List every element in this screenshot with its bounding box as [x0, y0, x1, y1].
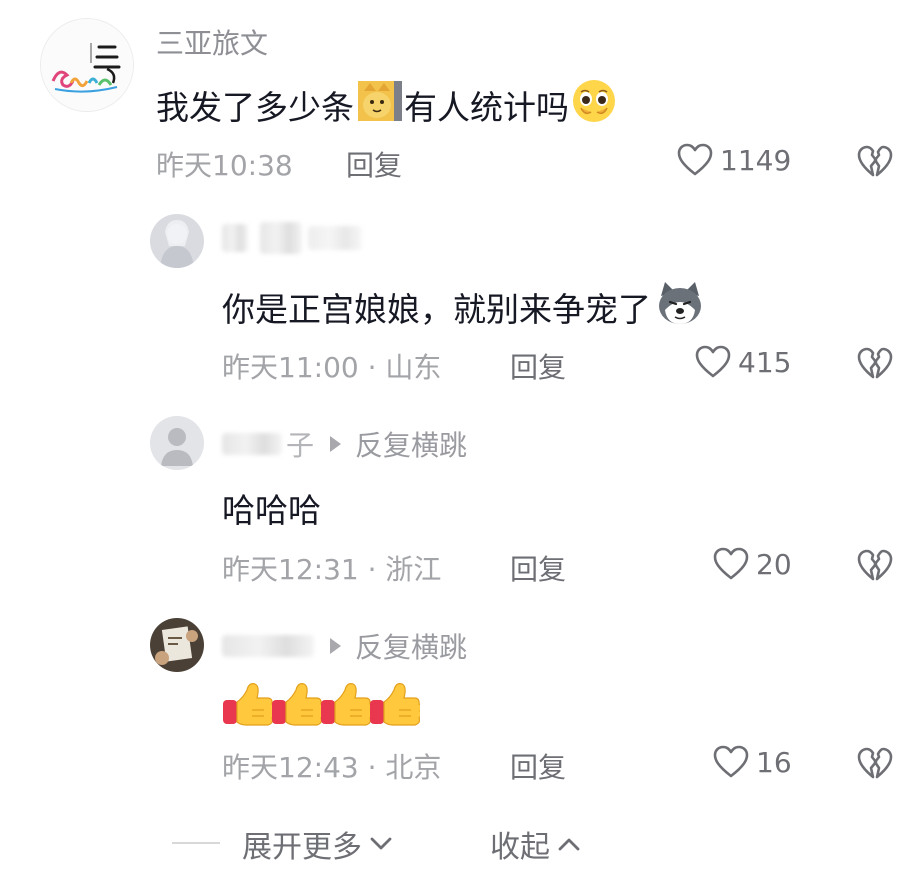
heart-icon: [713, 745, 749, 778]
avatar-user[interactable]: [150, 618, 204, 672]
expand-more-button[interactable]: 展开更多: [242, 822, 394, 866]
like-count: 16: [756, 745, 792, 779]
broken-heart-icon: [857, 549, 893, 581]
husky-emoji-icon: [655, 280, 705, 334]
comment-meta: 昨天12:43 · 北京: [222, 746, 441, 786]
meta-separator: ·: [358, 351, 386, 384]
chevron-down-icon: [370, 837, 392, 850]
chevron-up-icon: [558, 838, 580, 851]
avatar-user[interactable]: [150, 214, 204, 268]
heart-icon: [677, 143, 713, 176]
reply-arrow-icon: [330, 638, 341, 654]
cat-emoji-icon: [358, 79, 402, 131]
heart-icon: [695, 345, 731, 378]
username[interactable]: 反复横跳: [222, 626, 467, 666]
dislike-button[interactable]: [856, 144, 894, 184]
like-button[interactable]: 16: [712, 744, 792, 780]
comment-text: 我发了多少条 有人统计吗: [156, 78, 617, 132]
username[interactable]: 三亚旅文: [156, 22, 268, 62]
comment-location: 北京: [385, 751, 442, 784]
heart-icon: [713, 547, 749, 580]
like-count: 1149: [720, 143, 792, 177]
collapse-label: 收起: [490, 830, 550, 865]
like-button[interactable]: 20: [712, 546, 792, 582]
meta-separator: ·: [358, 751, 386, 784]
comment-emoji-row: [222, 680, 420, 728]
avatar-default[interactable]: [150, 416, 204, 470]
username-visible: 子: [286, 429, 315, 462]
reply-arrow-icon: [330, 436, 342, 452]
dislike-button[interactable]: [856, 548, 894, 588]
reply-button[interactable]: 回复: [346, 144, 402, 184]
reply-to-username[interactable]: 反复横跳: [355, 626, 467, 666]
comment-time: 昨天11:00: [222, 351, 359, 384]
thumbs-up-emoji-icon: [223, 682, 420, 726]
reply-to-username[interactable]: 反复横跳: [355, 424, 467, 464]
meta-separator: ·: [358, 553, 386, 586]
reply-button[interactable]: 回复: [510, 746, 566, 786]
comment-meta: 昨天12:31 · 浙江: [222, 548, 441, 588]
broken-heart-icon: [857, 747, 893, 779]
username[interactable]: 子 反复横跳: [222, 424, 467, 464]
comment-text: 哈哈哈: [222, 491, 321, 530]
expand-more-label: 展开更多: [242, 830, 362, 865]
replies-footer: 展开更多 收起: [0, 820, 917, 866]
reply-button[interactable]: 回复: [510, 548, 566, 588]
like-count: 20: [756, 547, 792, 581]
comment-text-main: 你是正宫娘娘，就别来争宠了: [222, 290, 651, 329]
broken-heart-icon: [857, 347, 893, 379]
dislike-button[interactable]: [856, 346, 894, 386]
username-blurred[interactable]: [222, 222, 362, 254]
avatar-photo-icon: [150, 214, 204, 268]
comment-text-part-2: 有人统计吗: [404, 88, 569, 127]
divider-line: [172, 842, 220, 844]
comment-meta: 昨天11:00 · 山东: [222, 346, 441, 386]
default-avatar-icon: [150, 416, 204, 470]
avatar-photo-icon: [150, 618, 204, 672]
comment-time: 昨天12:43: [222, 751, 359, 784]
broken-heart-icon: [857, 145, 893, 177]
like-count: 415: [738, 345, 792, 379]
comment-time: 昨天10:38: [156, 149, 293, 182]
like-button[interactable]: 415: [694, 344, 791, 380]
comment-text: 你是正宫娘娘，就别来争宠了: [222, 280, 705, 334]
teary-face-emoji-icon: [571, 78, 617, 132]
avatar-sanya[interactable]: [40, 18, 134, 112]
reply-button[interactable]: 回复: [510, 346, 566, 386]
comment-text-part-1: 我发了多少条: [156, 88, 354, 127]
comment-location: 山东: [385, 351, 442, 384]
comment-location: 浙江: [385, 553, 442, 586]
dislike-button[interactable]: [856, 746, 894, 786]
sanya-logo-icon: [41, 19, 133, 111]
comment-time: 昨天12:31: [222, 553, 359, 586]
collapse-button[interactable]: 收起: [490, 822, 582, 866]
like-button[interactable]: 1149: [676, 142, 791, 178]
